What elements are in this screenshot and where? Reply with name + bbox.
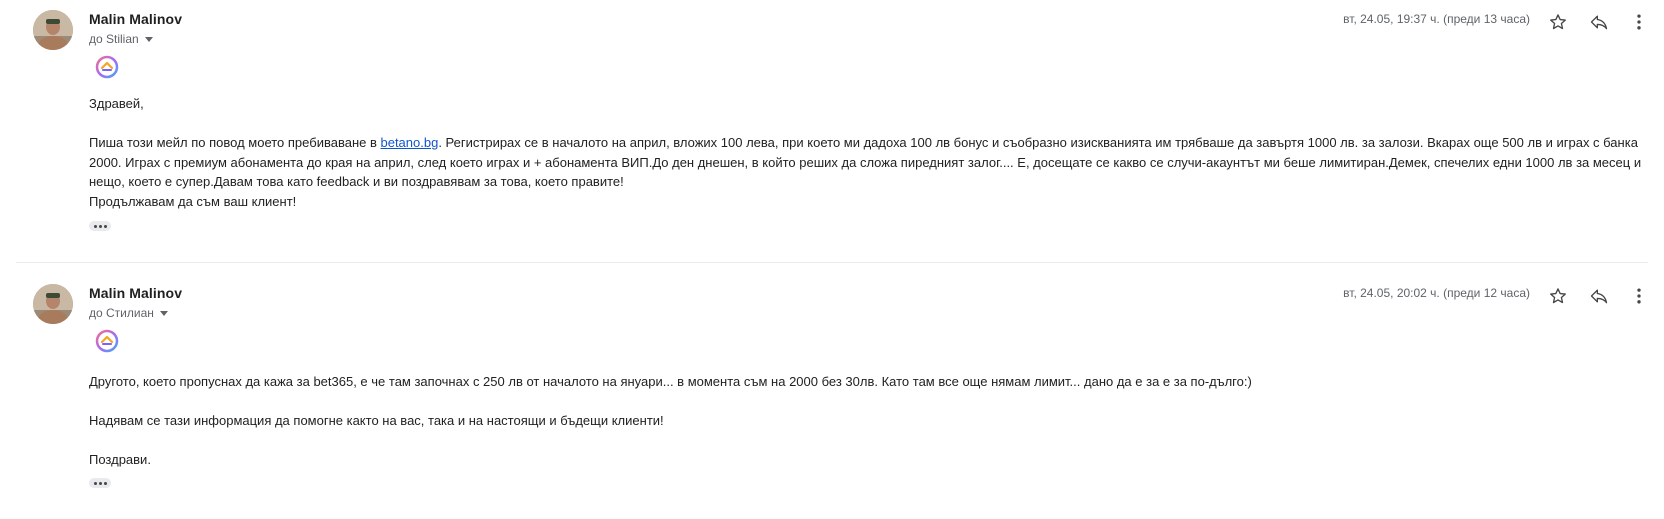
more-options-button[interactable] [1625, 8, 1653, 36]
star-button[interactable] [1544, 282, 1572, 310]
star-outline-icon [1550, 14, 1566, 30]
closing-text: Поздрави. [89, 452, 151, 467]
star-button[interactable] [1544, 8, 1572, 36]
closing-text: Продължавам да съм ваш клиент! [89, 193, 297, 209]
message-2: Malin Malinov до Стилиан вт, 24.05, 20:0… [0, 274, 1664, 519]
reply-button[interactable] [1585, 282, 1613, 310]
star-outline-icon [1550, 288, 1566, 304]
message-date: вт, 24.05, 20:02 ч. (преди 12 часа) [1343, 286, 1530, 300]
reply-icon [1590, 289, 1608, 304]
show-trimmed-content-button[interactable] [89, 221, 111, 231]
more-options-button[interactable] [1625, 282, 1653, 310]
show-trimmed-content-button[interactable] [89, 478, 111, 488]
chevron-down-icon [159, 311, 168, 316]
message-date: вт, 24.05, 19:37 ч. (преди 13 часа) [1343, 12, 1530, 26]
message-divider [16, 262, 1648, 263]
more-vert-icon [1637, 14, 1641, 30]
message-1: Malin Malinov до Stilian вт, 24.05, 19:3… [0, 0, 1664, 262]
reply-button[interactable] [1585, 8, 1613, 36]
extension-logo-icon[interactable] [95, 55, 119, 79]
sender-avatar[interactable] [33, 10, 73, 50]
message-body: Здравей, Пиша този мейл по повод моето п… [89, 94, 1649, 211]
more-vert-icon [1637, 288, 1641, 304]
chevron-down-icon [144, 37, 153, 42]
greeting-text: Здравей, [89, 96, 144, 111]
main-paragraph: Пиша този мейл по повод моето пребиваван… [89, 133, 1649, 192]
sender-name: Malin Malinov [89, 285, 183, 301]
reply-icon [1590, 15, 1608, 30]
paragraph-text: Надявам се тази информация да помогне ка… [89, 413, 664, 428]
recipient-details-toggle[interactable]: до Стилиан [89, 306, 168, 320]
recipient-label: до Stilian [89, 32, 139, 46]
recipient-label: до Стилиан [89, 306, 154, 320]
betano-link[interactable]: betano.bg [380, 135, 438, 150]
message-body: Другото, което пропуснах да кажа за bet3… [89, 372, 1649, 470]
paragraph-text: Другото, което пропуснах да кажа за bet3… [89, 374, 1252, 389]
recipient-details-toggle[interactable]: до Stilian [89, 32, 153, 46]
sender-name: Malin Malinov [89, 11, 183, 27]
extension-logo-icon[interactable] [95, 329, 119, 353]
sender-avatar[interactable] [33, 284, 73, 324]
paragraph-text: Пиша този мейл по повод моето пребиваван… [89, 135, 381, 150]
